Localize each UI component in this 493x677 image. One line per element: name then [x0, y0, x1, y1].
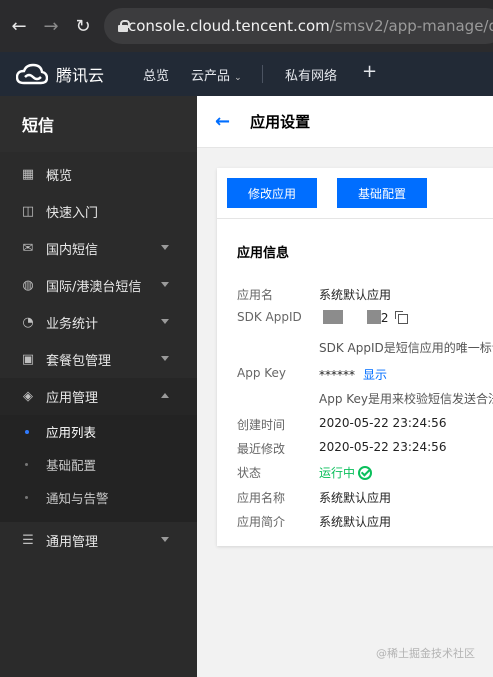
- show-key-link[interactable]: 显示: [363, 368, 387, 382]
- layers-icon: ◈: [23, 389, 33, 404]
- app-desc-value: 系统默认应用: [319, 515, 392, 529]
- app-key-label: App Key: [237, 366, 287, 380]
- sidebar-item-label: 套餐包管理: [46, 354, 112, 369]
- app-key-value: ****** 显示: [319, 366, 387, 383]
- divider: [217, 218, 493, 219]
- status-label: 状态: [237, 466, 262, 480]
- chevron-down-icon: [161, 319, 169, 324]
- cloud-logo-icon: [16, 63, 48, 85]
- app-key-masked: ******: [319, 368, 355, 382]
- chevron-down-icon: [161, 537, 169, 542]
- nav-vpc[interactable]: 私有网络: [285, 65, 337, 84]
- sidebar: 短信 ▦ 概览 ◫ 快速入门 ✉ 国内短信 ◍ 国际/港澳台短信 ◔ 业务统计 …: [0, 96, 197, 677]
- arrow-left-icon[interactable]: ←: [215, 111, 230, 132]
- app-full-name-value: 系统默认应用: [319, 491, 392, 505]
- chevron-down-icon: [161, 245, 169, 250]
- app-key-description: App Key是用来校验短信发送合法性: [319, 392, 493, 406]
- sidebar-item-overview[interactable]: ▦ 概览: [0, 156, 197, 193]
- app-full-name-label: 应用名称: [237, 491, 286, 505]
- sidebar-item-packages[interactable]: ▣ 套餐包管理: [0, 341, 197, 378]
- sdk-appid-value: 2: [323, 310, 409, 325]
- app-desc-label: 应用简介: [237, 515, 286, 529]
- sidebar-item-label: 通用管理: [46, 535, 99, 550]
- logo-text: 腾讯云: [56, 66, 105, 85]
- basic-config-button[interactable]: 基础配置: [337, 178, 427, 208]
- page-title: 应用设置: [250, 113, 311, 131]
- package-icon: ▣: [21, 352, 35, 367]
- sidebar-subitem-alerts[interactable]: 通知与告警: [0, 481, 197, 514]
- url-path: /smsv2/app-manage/detail: [329, 17, 493, 35]
- bullet-dot: [25, 496, 28, 499]
- active-dot: [25, 430, 29, 434]
- grid-icon: ▦: [21, 167, 35, 182]
- nav-products[interactable]: 云产品 ⌄: [191, 65, 242, 84]
- redaction-mask: [323, 310, 343, 324]
- section-title: 应用信息: [237, 246, 290, 261]
- modified-value: 2020-05-22 23:24:56: [319, 440, 447, 454]
- sidebar-item-label: 概览: [46, 169, 73, 184]
- sidebar-subitem-basic-config[interactable]: 基础配置: [0, 448, 197, 481]
- sidebar-item-label: 国际/港澳台短信: [46, 280, 142, 295]
- sidebar-subitem-app-list[interactable]: 应用列表: [0, 415, 197, 448]
- chevron-down-icon: [161, 282, 169, 287]
- sidebar-item-app-management[interactable]: ◈ 应用管理: [0, 378, 197, 415]
- url-host: console.cloud.tencent.com: [128, 17, 330, 35]
- mail-icon: ✉: [22, 241, 34, 256]
- main-content: ← 应用设置 修改应用 基础配置 应用信息 应用名 系统默认应用 SDK App…: [197, 96, 493, 677]
- page-header: ← 应用设置: [197, 96, 493, 148]
- nav-overview[interactable]: 总览: [143, 65, 169, 84]
- sidebar-subitem-label: 应用列表: [46, 425, 97, 440]
- nav-divider: [262, 65, 263, 83]
- bullet-dot: [25, 463, 28, 466]
- book-icon: ◫: [21, 204, 35, 219]
- nav-products-label: 云产品: [191, 69, 231, 84]
- app-info-card: 修改应用 基础配置 应用信息 应用名 系统默认应用 SDK AppID 2 SD…: [217, 168, 493, 546]
- sidebar-item-label: 业务统计: [46, 317, 99, 332]
- back-nav-icon[interactable]: ←: [8, 15, 30, 37]
- sidebar-item-label: 国内短信: [46, 243, 99, 258]
- sidebar-item-quickstart[interactable]: ◫ 快速入门: [0, 193, 197, 230]
- reload-icon[interactable]: ↻: [72, 15, 94, 37]
- status-value: 运行中: [319, 464, 373, 481]
- watermark: @稀土掘金技术社区: [376, 647, 475, 660]
- created-label: 创建时间: [237, 418, 286, 432]
- redaction-mask: [366, 310, 381, 324]
- sidebar-item-label: 快速入门: [46, 206, 99, 221]
- sidebar-subitem-label: 通知与告警: [46, 491, 109, 506]
- status-text: 运行中: [319, 466, 356, 480]
- top-navigation: 腾讯云 总览 云产品 ⌄ 私有网络 +: [0, 52, 493, 96]
- edit-app-button[interactable]: 修改应用: [227, 178, 317, 208]
- sdk-appid-description: SDK AppID是短信应用的唯一标识: [319, 341, 493, 355]
- chevron-up-icon: [161, 393, 169, 398]
- add-icon[interactable]: +: [362, 61, 377, 82]
- sdk-appid-label: SDK AppID: [237, 310, 302, 324]
- copy-icon[interactable]: [395, 311, 409, 324]
- sidebar-item-international-sms[interactable]: ◍ 国际/港澳台短信: [0, 267, 197, 304]
- sidebar-item-domestic-sms[interactable]: ✉ 国内短信: [0, 230, 197, 267]
- app-name-value: 系统默认应用: [319, 288, 392, 302]
- submenu-spacer: [0, 514, 197, 522]
- app-management-submenu: 应用列表 基础配置 通知与告警: [0, 415, 197, 522]
- sidebar-subitem-label: 基础配置: [46, 458, 97, 473]
- globe-icon: ◍: [22, 278, 34, 293]
- pie-chart-icon: ◔: [22, 315, 34, 330]
- chevron-down-icon: [161, 356, 169, 361]
- address-bar[interactable]: console.cloud.tencent.com/smsv2/app-mana…: [104, 8, 493, 44]
- browser-toolbar: ← → ↻ console.cloud.tencent.com/smsv2/ap…: [0, 0, 493, 52]
- action-buttons: 修改应用 基础配置: [227, 178, 427, 208]
- sidebar-title: 短信: [0, 96, 197, 152]
- sidebar-item-statistics[interactable]: ◔ 业务统计: [0, 304, 197, 341]
- sidebar-item-general[interactable]: ☰ 通用管理: [0, 522, 197, 559]
- app-name-label: 应用名: [237, 288, 274, 302]
- forward-nav-icon[interactable]: →: [40, 15, 62, 37]
- sidebar-item-label: 应用管理: [46, 391, 99, 406]
- sliders-icon: ☰: [22, 533, 34, 548]
- tencent-cloud-logo[interactable]: 腾讯云: [16, 62, 104, 86]
- sdk-appid-partial: 2: [380, 311, 389, 325]
- created-value: 2020-05-22 23:24:56: [319, 416, 447, 430]
- check-circle-icon: [358, 466, 373, 480]
- chevron-down-icon: ⌄: [234, 73, 242, 83]
- modified-label: 最近修改: [237, 442, 286, 456]
